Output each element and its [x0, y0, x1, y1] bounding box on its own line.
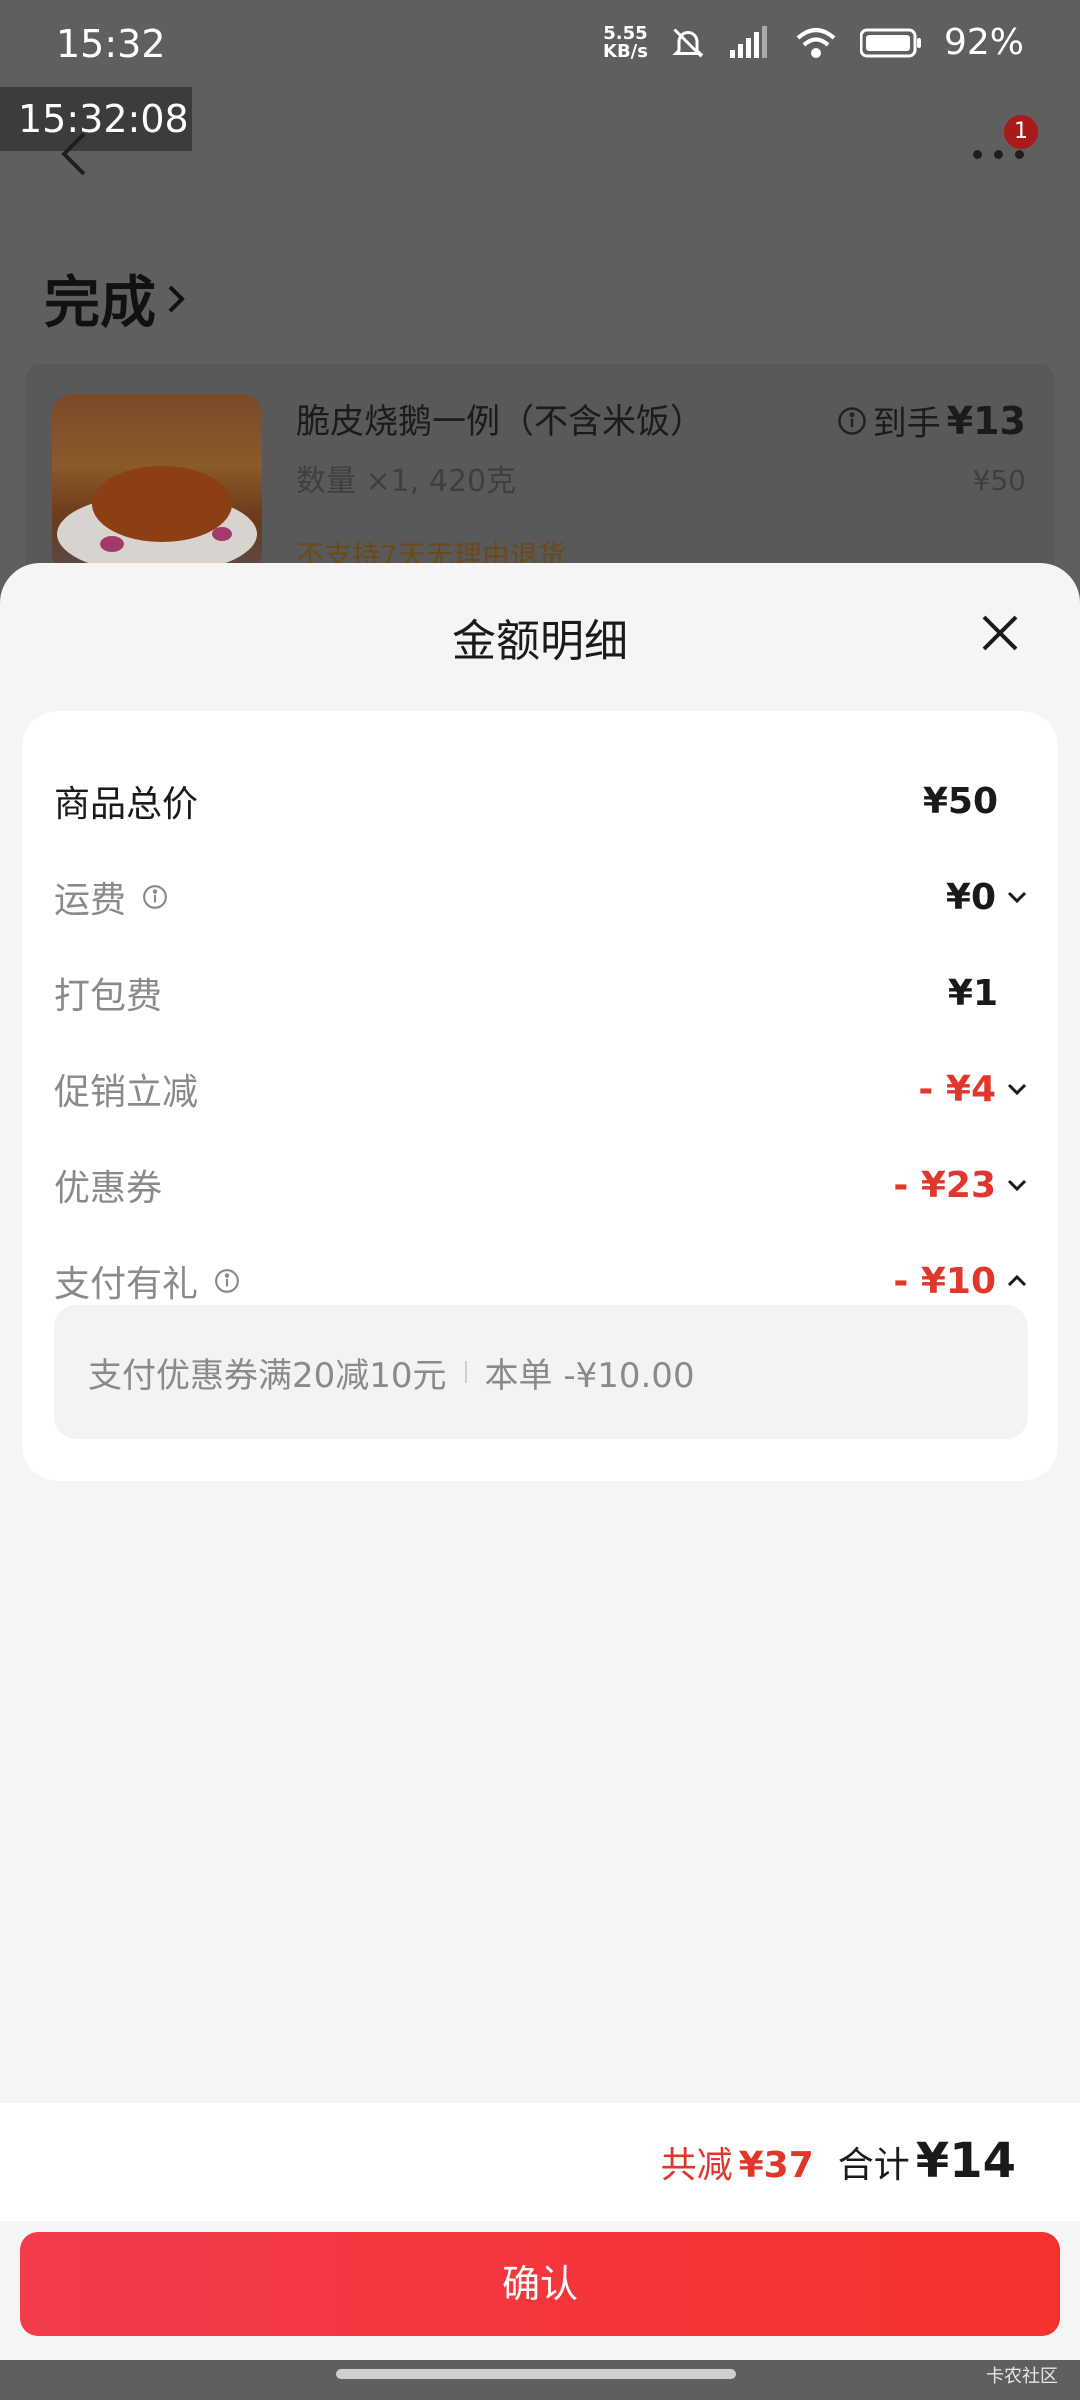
row-label: 促销立减	[54, 1072, 199, 1113]
row-coupon[interactable]: 优惠券 - ¥23	[54, 1155, 1028, 1215]
order-status-title[interactable]: 完成	[44, 258, 186, 339]
row-label: 支付有礼	[54, 1264, 199, 1305]
divider	[464, 1361, 467, 1383]
total-summary: 共减 ¥37 合计 ¥14	[661, 2133, 1016, 2189]
more-options-icon[interactable]	[973, 150, 1024, 159]
status-time: 15:32	[56, 22, 166, 66]
net-price: 到手 ¥13	[837, 396, 1026, 445]
row-value: - ¥10	[893, 1260, 996, 1302]
row-packaging-fee: 打包费 ¥1	[54, 963, 1028, 1023]
overlay-clock: 15:32:08	[0, 87, 192, 151]
grand-total: 合计 ¥14	[837, 2133, 1016, 2189]
chevron-right-icon	[168, 285, 185, 312]
wifi-icon	[796, 27, 836, 58]
row-label: 运费	[54, 880, 127, 921]
row-label: 打包费	[54, 976, 163, 1017]
row-label: 商品总价	[54, 784, 199, 825]
total-bar: 共减 ¥37 合计 ¥14	[0, 2103, 1080, 2221]
info-icon[interactable]	[837, 406, 867, 436]
sheet-title: 金额明细	[452, 616, 628, 667]
product-name: 脆皮烧鹅一例（不含米饭）	[296, 402, 704, 442]
row-payment-gift[interactable]: 支付有礼 - ¥10	[54, 1251, 1028, 1311]
back-icon[interactable]	[60, 130, 88, 178]
status-bar: 15:32 5.55 KB/s 92%	[0, 0, 1080, 90]
original-price: ¥50	[972, 464, 1026, 497]
product-image	[52, 394, 262, 574]
amount-detail-sheet: 金额明细 商品总价 ¥50 运费 ¥0 打包费 ¥1 促销立减 - ¥4 优惠券…	[0, 563, 1080, 2360]
signal-icon	[729, 25, 767, 58]
row-shipping-fee[interactable]: 运费 ¥0	[54, 867, 1028, 927]
bell-muted-icon	[672, 27, 704, 58]
notification-badge: 1	[1004, 115, 1038, 149]
row-label: 优惠券	[54, 1168, 163, 1209]
chevron-up-icon[interactable]	[1006, 1270, 1028, 1292]
row-value: ¥0	[945, 876, 996, 918]
network-speed: 5.55 KB/s	[603, 22, 648, 62]
info-icon[interactable]	[142, 884, 168, 910]
product-quantity: 数量 ×1, 420克	[296, 464, 517, 499]
confirm-button[interactable]: 确认	[20, 2232, 1060, 2336]
home-indicator[interactable]	[336, 2369, 736, 2379]
row-value: ¥1	[947, 972, 998, 1014]
this-order-discount: 本单 -¥10.00	[484, 1355, 695, 1396]
battery-percent: 92%	[943, 22, 1024, 63]
row-value: ¥50	[922, 780, 998, 822]
row-value: - ¥4	[918, 1068, 996, 1110]
chevron-down-icon[interactable]	[1006, 1174, 1028, 1196]
row-promotion-discount[interactable]: 促销立减 - ¥4	[54, 1059, 1028, 1119]
info-icon[interactable]	[214, 1268, 240, 1294]
discount-total: 共减 ¥37	[660, 2145, 814, 2186]
payment-gift-detail: 支付优惠券满20减10元 本单 -¥10.00	[54, 1305, 1028, 1439]
row-goods-total: 商品总价 ¥50	[54, 771, 1028, 831]
payment-coupon-text: 支付优惠券满20减10元	[88, 1355, 447, 1396]
chevron-down-icon[interactable]	[1006, 886, 1028, 908]
close-icon[interactable]	[980, 613, 1020, 653]
status-icons: 5.55 KB/s 92%	[603, 22, 1024, 63]
battery-icon	[859, 28, 921, 57]
row-value: - ¥23	[893, 1164, 996, 1206]
amount-detail-card: 商品总价 ¥50 运费 ¥0 打包费 ¥1 促销立减 - ¥4 优惠券 - ¥2…	[22, 711, 1058, 1481]
watermark: 卡农社区	[986, 2366, 1058, 2387]
chevron-down-icon[interactable]	[1006, 1078, 1028, 1100]
